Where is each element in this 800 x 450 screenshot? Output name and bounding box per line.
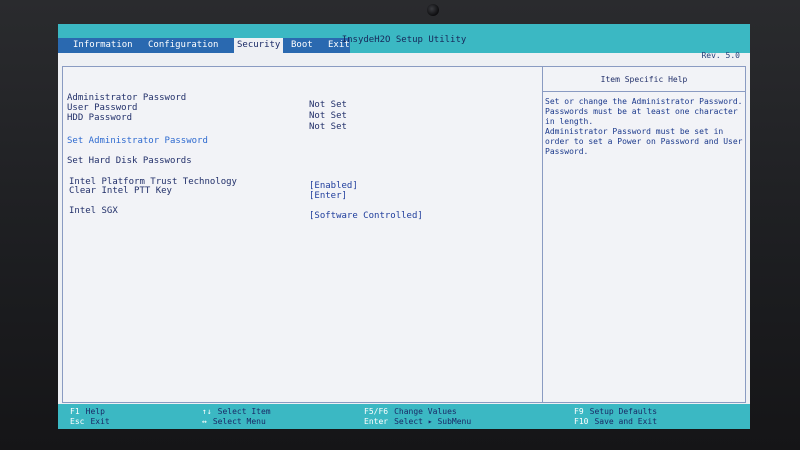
select-item-hint: ↑↓ Select Item: [202, 407, 271, 416]
key-description: Change Values: [394, 407, 457, 416]
tab-boot[interactable]: Boot: [288, 38, 316, 53]
intel-ptt-value[interactable]: [Enabled]: [309, 181, 358, 191]
user-password-label: User Password: [67, 103, 138, 113]
tab-security[interactable]: Security: [234, 38, 284, 53]
change-values-hint: F5/F6 Change Values: [364, 407, 457, 416]
help-pane: Item Specific Help Set or change the Adm…: [543, 67, 745, 402]
key-description: Save and Exit: [594, 417, 658, 426]
tab-exit[interactable]: Exit: [325, 38, 353, 53]
select-submenu-hint: Enter Select ▸ SubMenu: [364, 417, 471, 426]
admin-password-value: Not Set: [309, 100, 347, 110]
set-admin-password-item[interactable]: Set Administrator Password: [67, 136, 208, 146]
help-divider: [543, 91, 745, 92]
key-description: Exit: [90, 417, 110, 426]
key-description: Select Menu: [212, 417, 266, 426]
key-description: Setup Defaults: [589, 407, 658, 416]
select-menu-hint: ↔ Select Menu: [202, 417, 266, 426]
clear-ptt-key-label[interactable]: Clear Intel PTT Key: [69, 186, 172, 196]
settings-pane: Administrator Password Not Set User Pass…: [63, 67, 543, 402]
admin-password-label: Administrator Password: [67, 93, 187, 103]
clear-ptt-key-value[interactable]: [Enter]: [309, 191, 347, 201]
key-label: F9: [574, 407, 584, 416]
user-password-value: Not Set: [309, 111, 347, 121]
key-label: Esc: [70, 417, 85, 426]
key-label: ↑↓: [202, 407, 212, 416]
main-panel: Administrator Password Not Set User Pass…: [62, 66, 746, 403]
hdd-password-value: Not Set: [309, 122, 347, 132]
esc-exit-hint: Esc Exit: [70, 417, 110, 426]
tab-information[interactable]: Information: [70, 38, 136, 53]
save-exit-hint: F10 Save and Exit: [574, 417, 657, 426]
key-description: Help: [85, 407, 105, 416]
intel-sgx-label[interactable]: Intel SGX: [69, 206, 118, 216]
bios-screen: InsydeH2O Setup Utility Information Conf…: [58, 24, 750, 429]
key-description: Select ▸ SubMenu: [394, 417, 472, 426]
tab-configuration[interactable]: Configuration: [145, 38, 221, 53]
set-hdd-passwords-item[interactable]: Set Hard Disk Passwords: [67, 156, 192, 166]
revision-label: Rev. 5.0: [701, 51, 740, 60]
key-label: F5/F6: [364, 407, 389, 416]
key-label: F10: [574, 417, 589, 426]
webcam-icon: [427, 4, 439, 16]
key-description: Select Item: [217, 407, 271, 416]
intel-sgx-value[interactable]: [Software Controlled]: [309, 211, 423, 221]
key-label: Enter: [364, 417, 389, 426]
key-label: ↔: [202, 417, 207, 426]
f1-help-hint: F1 Help: [70, 407, 105, 416]
key-label: F1: [70, 407, 80, 416]
key-legend-bar: F1 Help Esc Exit ↑↓ Select Item ↔ Select Men…: [58, 404, 750, 429]
help-text: Set or change the Administrator Password…: [545, 97, 743, 156]
hdd-password-label: HDD Password: [67, 113, 133, 123]
setup-defaults-hint: F9 Setup Defaults: [574, 407, 657, 416]
help-title: Item Specific Help: [600, 75, 688, 84]
